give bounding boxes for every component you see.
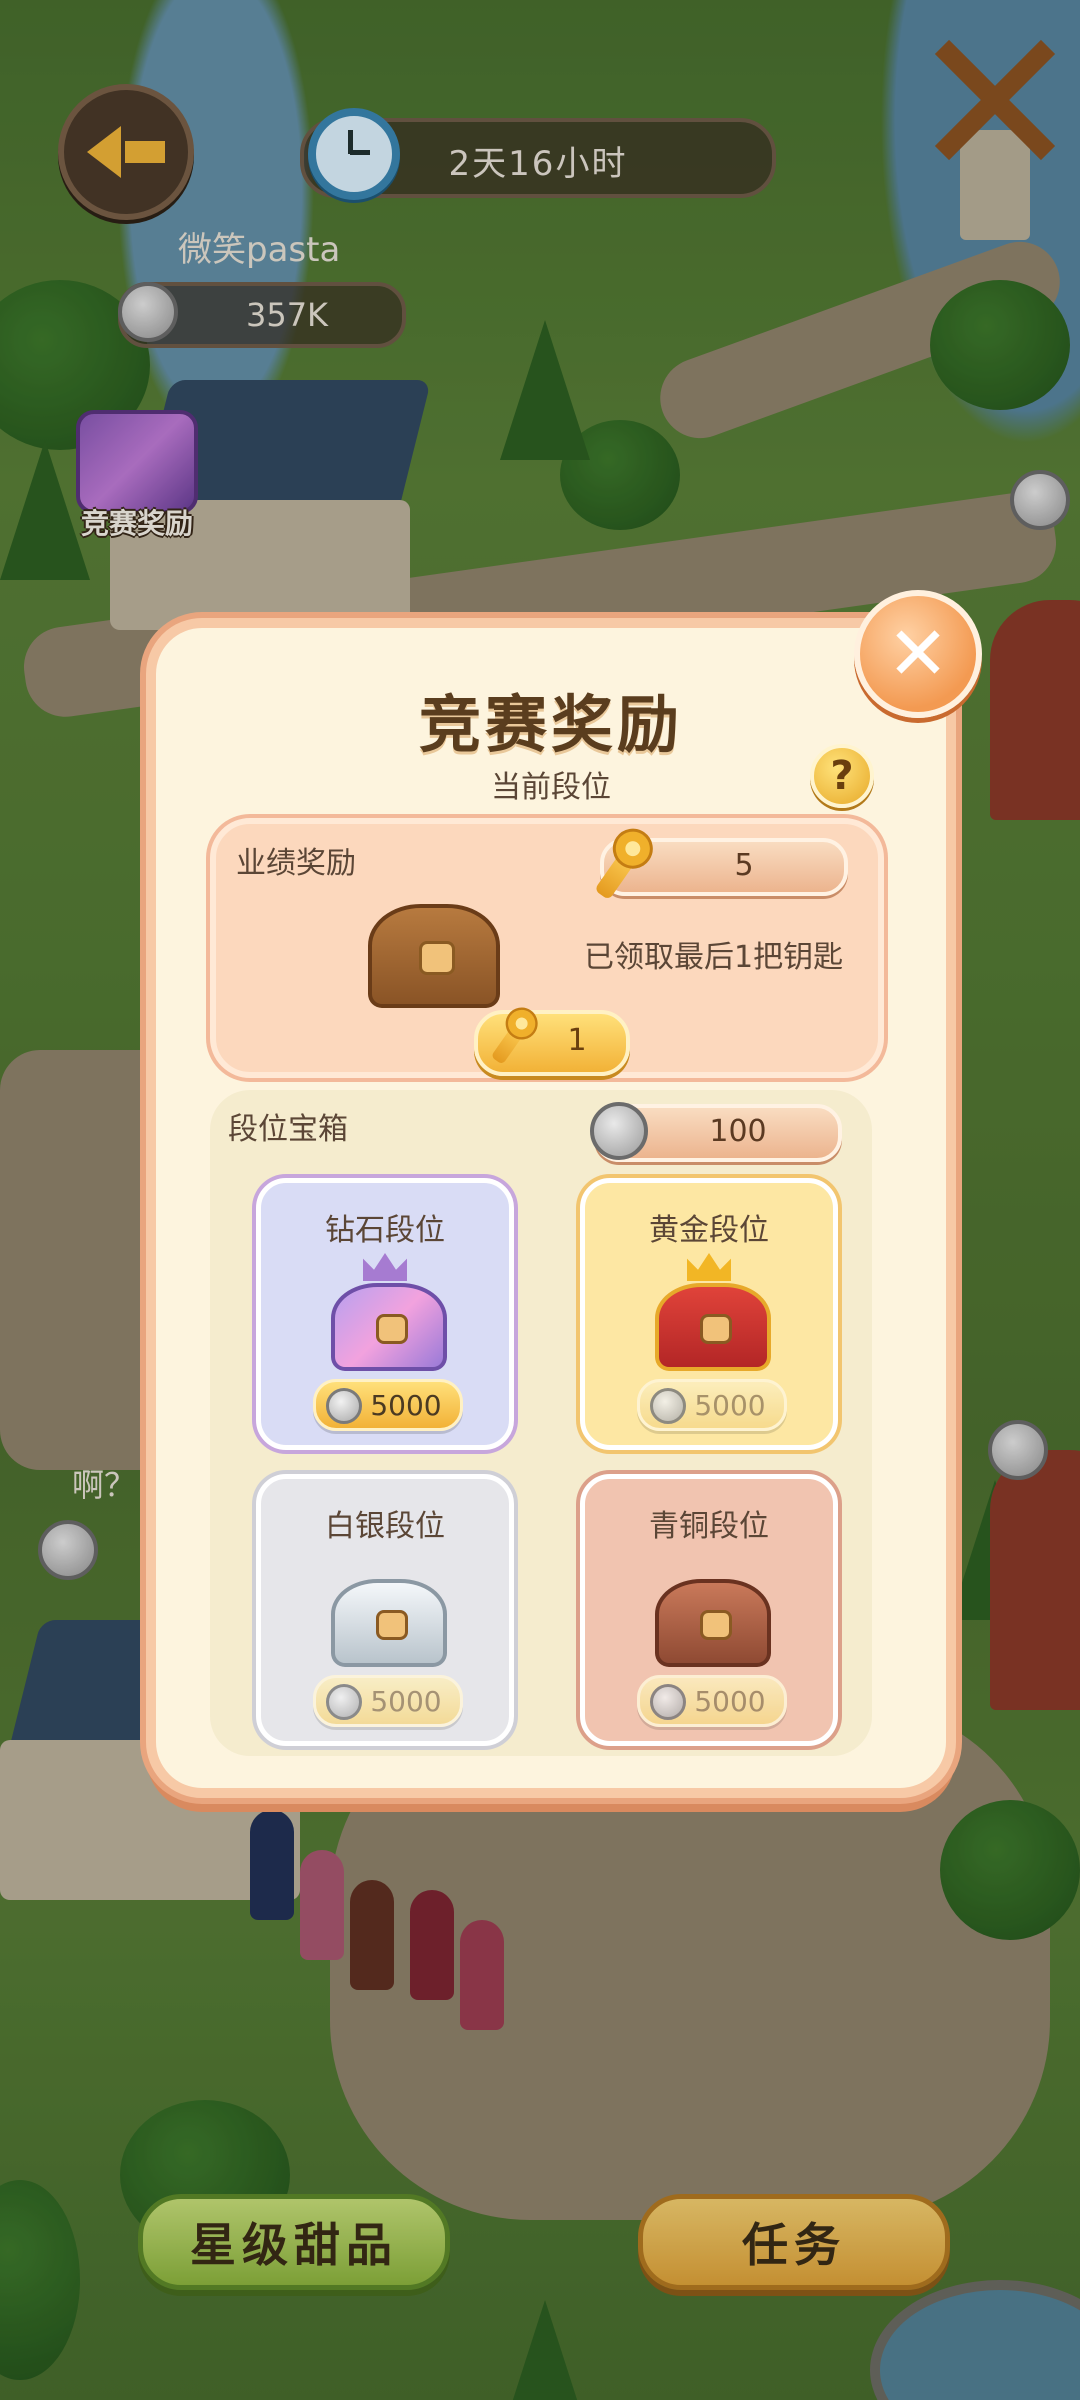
rank-name: 钻石段位 [325, 1213, 445, 1248]
rank-chest-label: 段位宝箱 [228, 1112, 348, 1147]
coin-icon [326, 1684, 362, 1720]
performance-chest-icon [368, 904, 500, 1008]
bronze-chest-icon [655, 1579, 771, 1667]
performance-reward-label: 业绩奖励 [236, 846, 356, 881]
coin-icon [326, 1388, 362, 1424]
gold-chest-icon [655, 1283, 771, 1371]
performance-reward-panel: 业绩奖励 5 已领取最后1把钥匙 1 [210, 818, 884, 1078]
key-count: 5 [734, 848, 754, 883]
coin-icon [650, 1684, 686, 1720]
close-button[interactable]: ✕ [854, 590, 982, 718]
rank-card-diamond[interactable]: 钻石段位 5000 [256, 1178, 514, 1450]
price-button[interactable]: 5000 [313, 1379, 463, 1431]
close-icon: ✕ [886, 611, 949, 697]
diamond-chest-icon [331, 1283, 447, 1371]
performance-status: 已领取最后1把钥匙 [584, 940, 844, 975]
key-reward-value: 1 [567, 1023, 587, 1058]
rank-card-silver[interactable]: 白银段位 5000 [256, 1474, 514, 1746]
silver-chest-icon [331, 1579, 447, 1667]
rank-name: 青铜段位 [649, 1509, 769, 1544]
price-value: 5000 [370, 1389, 442, 1422]
crown-icon [687, 1253, 731, 1281]
coin-icon [650, 1388, 686, 1424]
rank-coin-amount: 100 [709, 1114, 767, 1149]
key-reward-button[interactable]: 1 [474, 1010, 630, 1076]
key-icon [490, 1021, 528, 1065]
price-button[interactable]: 5000 [637, 1379, 787, 1431]
help-icon[interactable]: ? [810, 744, 874, 808]
rank-card-gold[interactable]: 黄金段位 5000 [580, 1178, 838, 1450]
price-button[interactable]: 5000 [313, 1675, 463, 1727]
price-value: 5000 [694, 1389, 766, 1422]
price-value: 5000 [694, 1685, 766, 1718]
crown-icon [363, 1253, 407, 1281]
price-button[interactable]: 5000 [637, 1675, 787, 1727]
rank-chest-panel: 段位宝箱 100 钻石段位 5000 黄金段位 5000 白银段位 5000 青… [210, 1090, 872, 1756]
contest-reward-dialog: 竞赛奖励 当前段位 ? 业绩奖励 5 已领取最后1把钥匙 1 段位宝箱 100 … [146, 618, 956, 1798]
rank-name: 白银段位 [325, 1509, 445, 1544]
rank-name: 黄金段位 [649, 1213, 769, 1248]
price-value: 5000 [370, 1685, 442, 1718]
rank-card-bronze[interactable]: 青铜段位 5000 [580, 1474, 838, 1746]
coin-icon [590, 1102, 648, 1160]
